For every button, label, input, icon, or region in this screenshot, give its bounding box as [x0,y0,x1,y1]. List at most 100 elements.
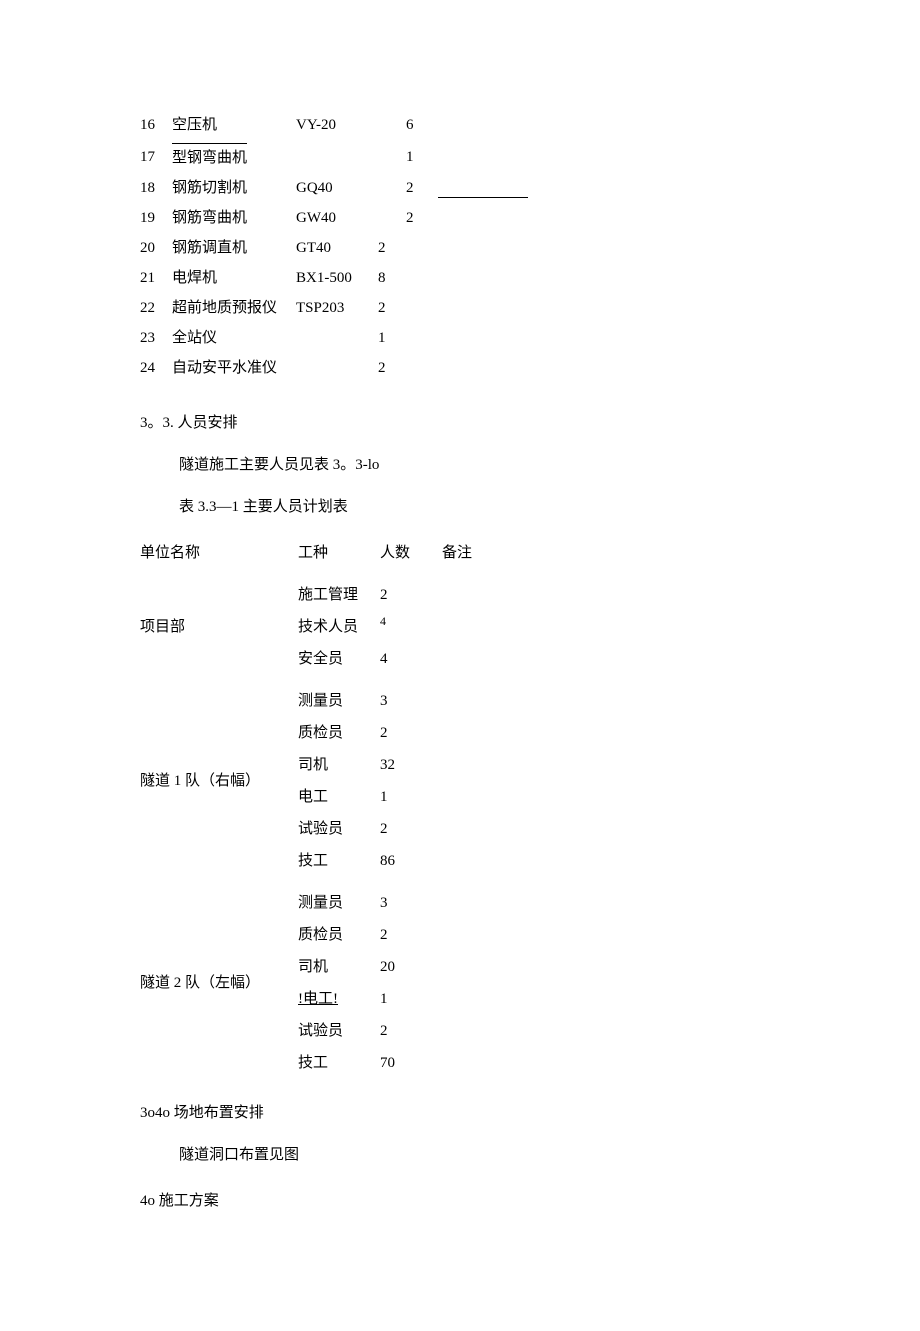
equip-index: 19 [140,203,172,233]
role: 技工 [298,845,380,877]
equip-name: 全站仪 [172,323,296,353]
group-spacer [140,877,492,887]
role: 施工管理 [298,579,380,611]
equip-qty: 6 [378,110,438,140]
equip-index: 23 [140,323,172,353]
role: 试验员 [298,813,380,845]
equip-name: 型钢弯曲机 [172,140,296,173]
table-row: 隧道 1 队（右幅）测量员3 [140,685,492,717]
equip-index: 16 [140,110,172,140]
table-row: 隧道 2 队（左幅）测量员3 [140,887,492,919]
equip-model: GW40 [296,203,378,233]
count: 3 [380,887,442,919]
count: 1 [380,781,442,813]
note [442,717,492,749]
equipment-table: 16空压机VY-20617型钢弯曲机118钢筋切割机GQ40219钢筋弯曲机GW… [140,110,528,383]
count: 2 [380,579,442,611]
count: 1 [380,983,442,1015]
equip-qty: 2 [378,293,438,323]
personnel-intro: 隧道施工主要人员见表 3。3-lo [140,453,780,477]
note [442,579,492,611]
role: 电工 [298,781,380,813]
equip-model [296,323,378,353]
equip-name: 电焊机 [172,263,296,293]
count: 2 [380,717,442,749]
note [442,887,492,919]
personnel-table: 单位名称 工种 人数 备注 项目部施工管理2技术人员4安全员4隧道 1 队（右幅… [140,537,492,1079]
equip-qty: 8 [378,263,438,293]
table-row: 17型钢弯曲机 1 [140,140,528,173]
count: 4 [380,643,442,675]
equip-model: TSP203 [296,293,378,323]
table-row: 22超前地质预报仪TSP2032 [140,293,528,323]
role: 技工 [298,1047,380,1079]
header-unit: 单位名称 [140,537,298,569]
role: 司机 [298,951,380,983]
role: 测量员 [298,685,380,717]
group-spacer [140,569,492,579]
equip-model [296,140,378,173]
equip-qty: 2 [378,233,438,263]
divider [438,173,528,203]
unit-name: 隧道 2 队（左幅） [140,887,298,1079]
note [442,1047,492,1079]
role: 司机 [298,749,380,781]
equip-qty: 2 [378,353,438,383]
note [442,919,492,951]
note [442,685,492,717]
count: 86 [380,845,442,877]
count: 32 [380,749,442,781]
equip-qty: 1 [378,140,438,173]
equip-index: 24 [140,353,172,383]
role: !电工! [298,983,380,1015]
count: 3 [380,685,442,717]
count: 70 [380,1047,442,1079]
count: 20 [380,951,442,983]
equip-qty: 2 [378,203,438,233]
unit-name: 隧道 1 队（右幅） [140,685,298,877]
equip-index: 20 [140,233,172,263]
equip-name: 钢筋弯曲机 [172,203,296,233]
equip-name: 空压机 [172,110,296,140]
equip-index: 21 [140,263,172,293]
equip-name: 钢筋调直机 [172,233,296,263]
equip-qty: 2 [378,173,438,203]
note [442,951,492,983]
equip-model: GT40 [296,233,378,263]
equip-index: 17 [140,140,172,173]
count: 4 [380,611,442,643]
unit-name: 项目部 [140,579,298,675]
count: 2 [380,813,442,845]
section-scheme-head: 4o 施工方案 [140,1189,780,1213]
section-personnel-head: 3。3. 人员安排 [140,411,780,435]
table-row: 21电焊机BX1-5008 [140,263,528,293]
note [442,845,492,877]
group-spacer [140,675,492,685]
header-note: 备注 [442,537,492,569]
count: 2 [380,919,442,951]
site-layout-intro: 隧道洞口布置见图 [140,1143,780,1167]
table-row: 项目部施工管理2 [140,579,492,611]
note [442,611,492,643]
role: 测量员 [298,887,380,919]
section-site-layout-head: 3o4o 场地布置安排 [140,1101,780,1125]
equip-name: 钢筋切割机 [172,173,296,203]
count: 2 [380,1015,442,1047]
equip-index: 18 [140,173,172,203]
note [442,643,492,675]
table-row: 20钢筋调直机GT402 [140,233,528,263]
equip-index: 22 [140,293,172,323]
equip-name: 自动安平水准仪 [172,353,296,383]
personnel-table-title: 表 3.3—1 主要人员计划表 [140,495,780,519]
role: 试验员 [298,1015,380,1047]
table-row: 24自动安平水准仪 2 [140,353,528,383]
note [442,749,492,781]
equip-qty: 1 [378,323,438,353]
table-row: 18钢筋切割机GQ402 [140,173,528,203]
header-count: 人数 [380,537,442,569]
equip-model: GQ40 [296,173,378,203]
header-role: 工种 [298,537,380,569]
table-header-row: 单位名称 工种 人数 备注 [140,537,492,569]
table-row: 23全站仪 1 [140,323,528,353]
equip-name: 超前地质预报仪 [172,293,296,323]
